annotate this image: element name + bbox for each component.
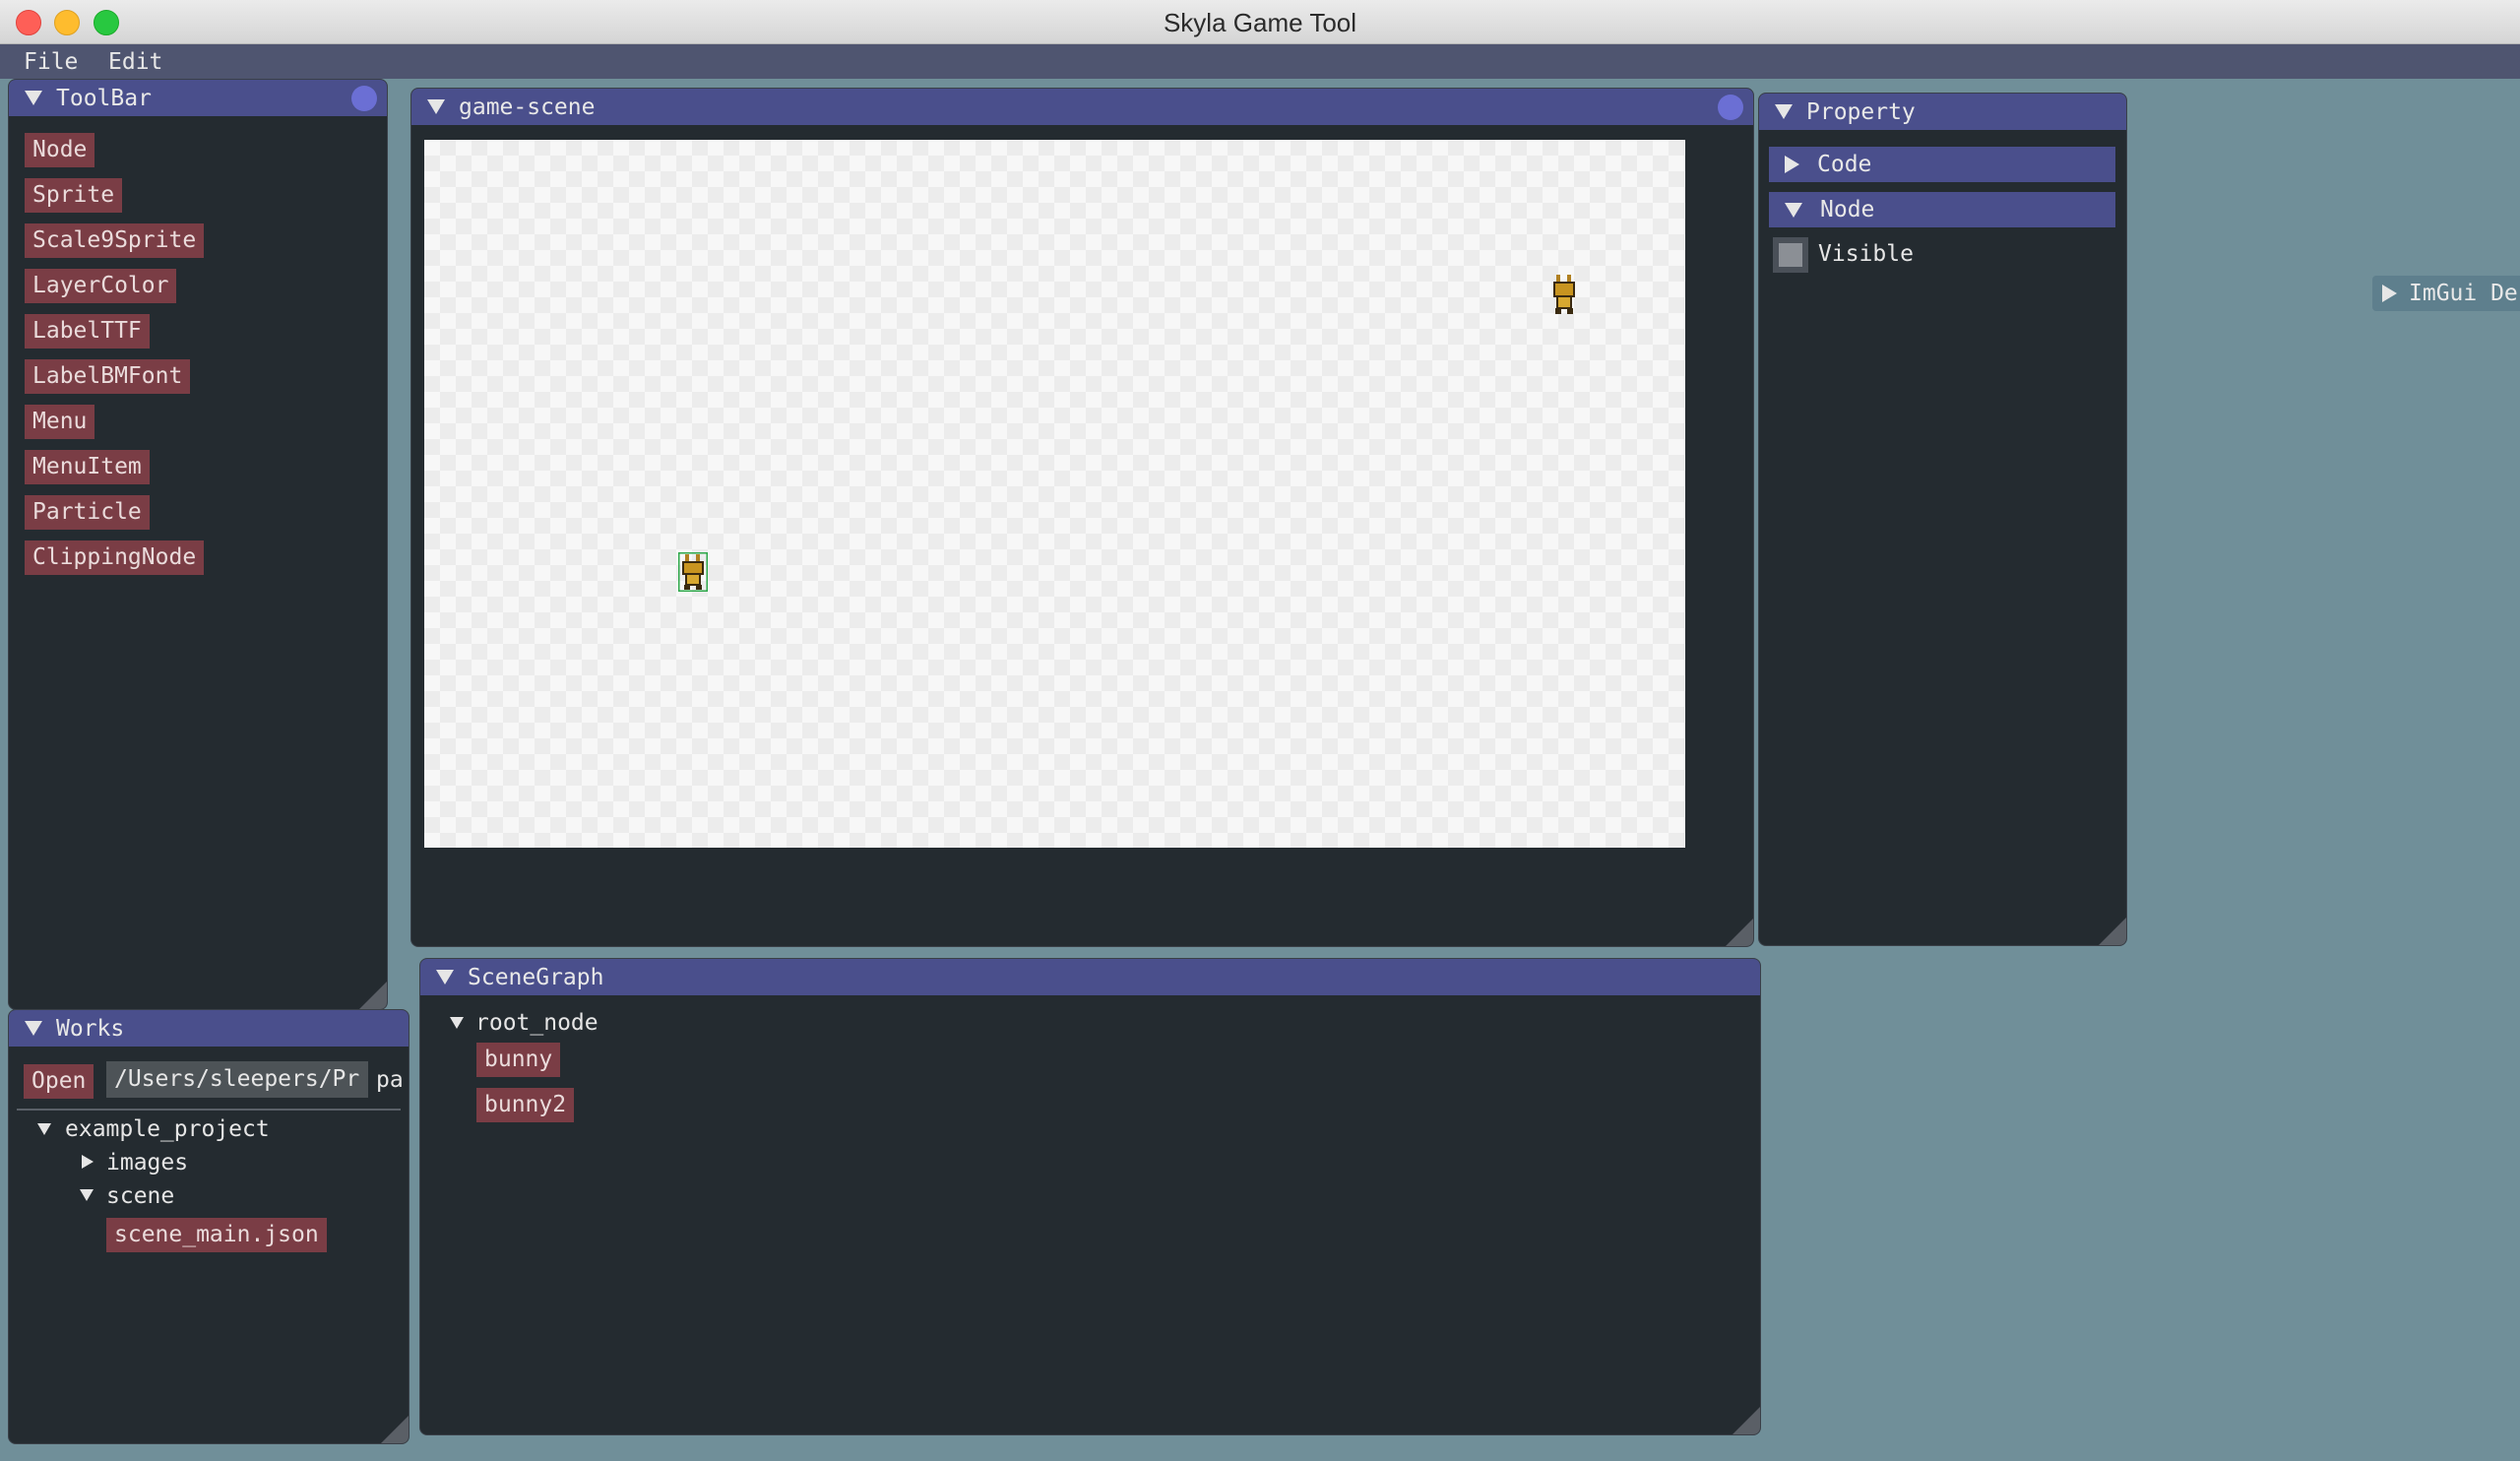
toolbar-header[interactable]: ToolBar	[9, 80, 387, 116]
property-title: Property	[1806, 98, 1916, 125]
title-bar: Skyla Game Tool	[0, 0, 2520, 44]
divider	[17, 1109, 401, 1111]
expand-triangle-icon	[2382, 285, 2397, 302]
collapse-triangle-icon[interactable]	[25, 91, 42, 105]
resize-grip[interactable]	[381, 1416, 409, 1443]
project-path-input[interactable]: /Users/sleepers/Pr	[106, 1061, 368, 1098]
toolbar-window: ToolBar Node Sprite Scale9Sprite LayerCo…	[8, 79, 388, 1010]
open-button[interactable]: Open	[24, 1064, 94, 1099]
toolbar-button-clippingnode[interactable]: ClippingNode	[25, 540, 205, 575]
property-section-code[interactable]: Code	[1769, 147, 2115, 182]
imgui-demo-title: ImGui De	[2409, 281, 2518, 306]
scenegraph-window: SceneGraph root_node bunny bunny2	[419, 958, 1761, 1435]
toolbar-button-scale9sprite[interactable]: Scale9Sprite	[25, 223, 205, 258]
bunny2-sprite[interactable]	[678, 552, 708, 592]
scene-canvas[interactable]	[424, 140, 1685, 848]
expand-triangle-icon	[1785, 156, 1799, 173]
toolbar-button-particle[interactable]: Particle	[25, 495, 150, 530]
tree-expand-icon[interactable]	[37, 1123, 51, 1135]
menu-file[interactable]: File	[24, 49, 78, 75]
property-header[interactable]: Property	[1759, 94, 2126, 130]
collapse-triangle-icon[interactable]	[1775, 104, 1793, 119]
path-label: pa	[376, 1067, 404, 1093]
tree-item-images[interactable]: images	[106, 1150, 188, 1175]
game-scene-title: game-scene	[459, 94, 596, 120]
resize-grip[interactable]	[359, 982, 387, 1009]
visible-label: Visible	[1818, 241, 1914, 267]
scenegraph-title: SceneGraph	[468, 964, 604, 990]
property-section-node[interactable]: Node	[1769, 192, 2115, 227]
section-label: Code	[1817, 152, 1872, 177]
toolbar-button-menu[interactable]: Menu	[25, 405, 95, 439]
imgui-demo-collapsed-window[interactable]: ImGui De	[2372, 276, 2520, 311]
tree-item-scene-main-json[interactable]: scene_main.json	[106, 1218, 327, 1252]
window-title: Skyla Game Tool	[1163, 8, 1357, 37]
menu-bar: File Edit	[0, 44, 2520, 79]
works-header[interactable]: Works	[9, 1010, 409, 1047]
toolbar-button-labelttf[interactable]: LabelTTF	[25, 314, 150, 349]
scene-node-bunny[interactable]: bunny	[476, 1043, 561, 1077]
visible-checkbox[interactable]	[1773, 237, 1808, 273]
resize-grip[interactable]	[2099, 918, 2126, 945]
checkbox-mark	[1779, 243, 1802, 267]
works-title: Works	[56, 1015, 125, 1042]
collapse-triangle-icon	[1785, 202, 1802, 218]
tree-collapsed-icon[interactable]	[82, 1155, 94, 1169]
section-label: Node	[1820, 197, 1875, 222]
toolbar-button-layercolor[interactable]: LayerColor	[25, 269, 177, 303]
bunny-sprite[interactable]	[1549, 275, 1579, 314]
collapse-triangle-icon[interactable]	[436, 970, 454, 985]
menu-edit[interactable]: Edit	[108, 49, 162, 75]
window-close-dot-icon[interactable]	[351, 86, 377, 111]
window-close-dot-icon[interactable]	[1718, 95, 1743, 120]
toolbar-button-sprite[interactable]: Sprite	[25, 178, 123, 213]
scene-node-bunny2[interactable]: bunny2	[476, 1088, 575, 1122]
tree-item-scene[interactable]: scene	[106, 1183, 174, 1209]
tree-expand-icon[interactable]	[80, 1189, 94, 1201]
toolbar-button-node[interactable]: Node	[25, 133, 95, 167]
scenegraph-header[interactable]: SceneGraph	[420, 959, 1760, 995]
game-scene-header[interactable]: game-scene	[411, 89, 1753, 125]
toolbar-button-menuitem[interactable]: MenuItem	[25, 450, 150, 484]
toolbar-title: ToolBar	[56, 85, 152, 111]
toolbar-button-labelbmfont[interactable]: LabelBMFont	[25, 359, 191, 394]
resize-grip[interactable]	[1732, 1407, 1760, 1434]
collapse-triangle-icon[interactable]	[25, 1021, 42, 1036]
tree-item-example-project[interactable]: example_project	[65, 1116, 270, 1142]
tree-item-root-node[interactable]: root_node	[475, 1010, 598, 1036]
resize-grip[interactable]	[1726, 919, 1753, 946]
tree-expand-icon[interactable]	[450, 1017, 464, 1029]
collapse-triangle-icon[interactable]	[427, 99, 445, 114]
property-window: Property Code Node Visible	[1758, 93, 2127, 946]
